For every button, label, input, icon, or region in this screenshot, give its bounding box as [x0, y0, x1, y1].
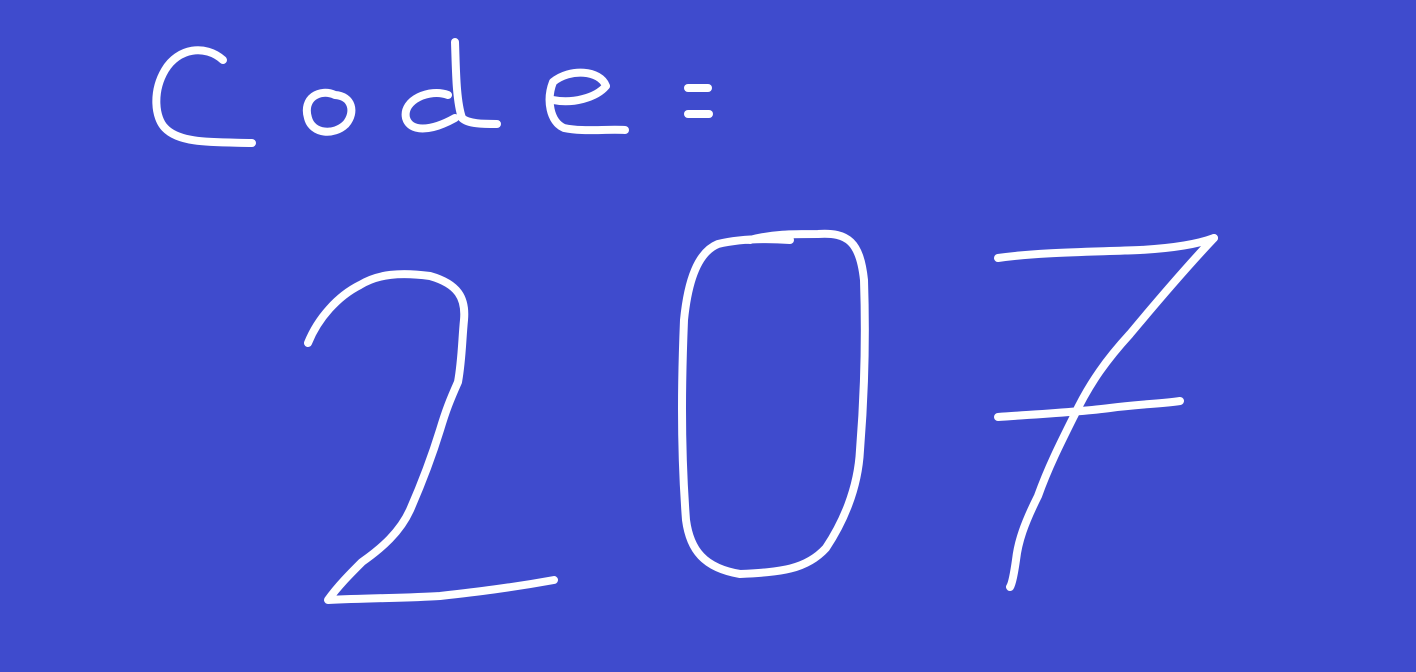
letter-d-bowl	[401, 89, 459, 133]
letter-o	[302, 88, 356, 136]
code-label-handwriting	[152, 38, 713, 147]
handwritten-code-canvas: Code: 207	[0, 0, 1416, 672]
letter-d-stem	[451, 38, 501, 128]
letter-C	[152, 46, 256, 147]
digit-2	[304, 270, 558, 604]
code-value-handwriting	[304, 229, 1218, 604]
digit-7-top-bar	[994, 234, 1218, 262]
handwriting-drawing	[152, 38, 1218, 604]
digit-0	[678, 229, 869, 578]
letter-e	[545, 68, 629, 135]
digit-7-crossbar	[994, 397, 1184, 421]
